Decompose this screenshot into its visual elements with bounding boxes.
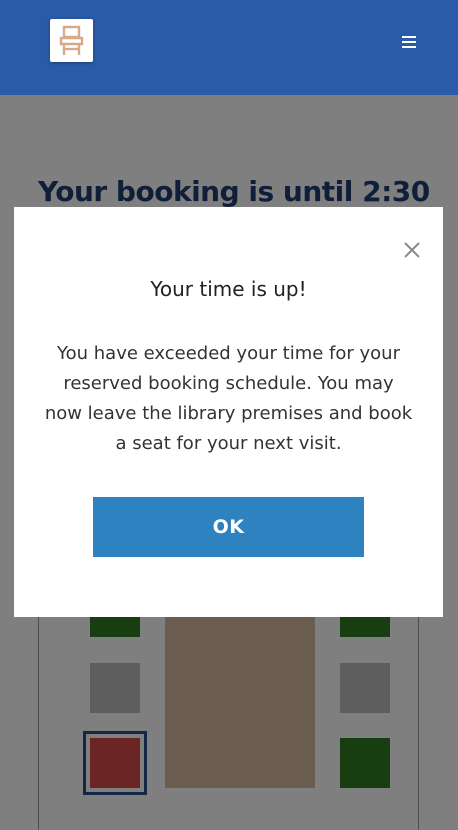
app-header — [0, 0, 458, 95]
app-logo[interactable] — [50, 19, 93, 62]
dialog-message: You have exceeded your time for your res… — [44, 343, 413, 454]
menu-button[interactable] — [396, 30, 422, 54]
dialog-title: Your time is up! — [150, 277, 307, 301]
chair-icon — [59, 25, 84, 55]
hamburger-menu-icon — [402, 36, 416, 48]
time-up-dialog: Your time is up! You have exceeded your … — [14, 207, 443, 617]
close-button[interactable] — [402, 240, 422, 260]
close-icon — [404, 242, 420, 258]
ok-button[interactable]: OK — [93, 497, 364, 557]
